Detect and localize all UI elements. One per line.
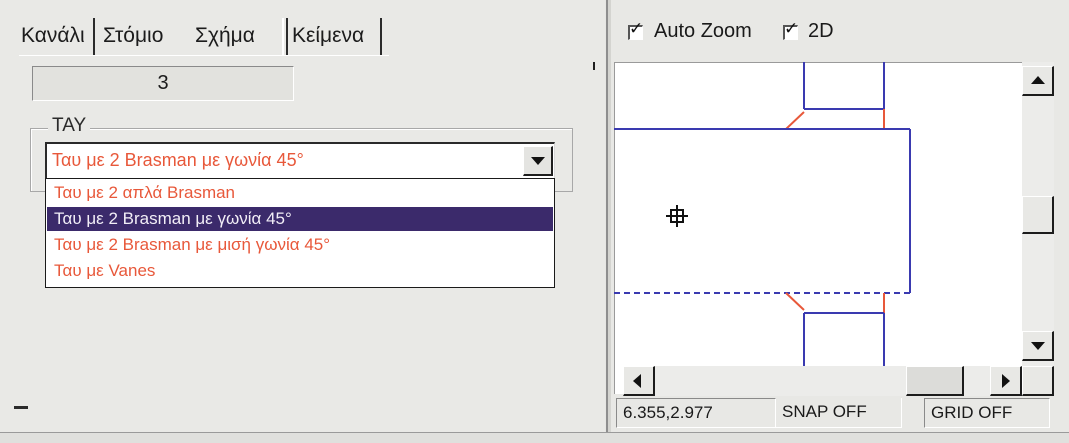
check-icon: ✓ — [629, 19, 644, 38]
group-label: TAY — [48, 114, 91, 138]
size-grip-icon[interactable] — [14, 406, 28, 409]
scroll-corner — [1022, 366, 1054, 396]
dropdown-option[interactable]: Ταυ με 2 Brasman με μισή γωνία 45° — [47, 233, 553, 257]
auto-zoom-label: Auto Zoom — [654, 20, 752, 42]
tab-outlet[interactable]: Στόμιο — [103, 17, 163, 55]
combo-value: Ταυ με 2 Brasman με γωνία 45° — [52, 150, 304, 170]
duct-edge — [785, 111, 805, 130]
window-bottom-edge — [0, 432, 1069, 443]
scroll-up-icon[interactable] — [1022, 66, 1054, 96]
horizontal-scroll-thumb[interactable] — [906, 366, 964, 396]
vertical-scroll-thumb[interactable] — [1022, 196, 1054, 234]
value-field: 3 — [32, 66, 294, 101]
dropdown-option[interactable]: Ταυ με Vanes — [47, 259, 553, 283]
tick-mark — [593, 62, 595, 70]
two-d-label: 2D — [808, 20, 834, 42]
dropdown-option-selected[interactable]: Ταυ με 2 Brasman με γωνία 45° — [47, 207, 553, 231]
tab-channel[interactable]: Κανάλι — [21, 17, 85, 55]
check-icon: ✓ — [784, 19, 799, 38]
dropdown-option[interactable]: Ταυ με 2 απλά Brasman — [47, 181, 553, 205]
tab-shape[interactable]: Σχήμα — [195, 17, 255, 55]
tab-separator — [286, 18, 288, 56]
tab-separator — [380, 18, 382, 56]
duct-drawing — [614, 62, 911, 366]
tab-separator — [282, 18, 284, 56]
tab-separator — [93, 18, 95, 56]
scroll-left-icon[interactable] — [623, 366, 655, 396]
tee-type-dropdown-list: Ταυ με 2 απλά Brasman Ταυ με 2 Brasman μ… — [45, 178, 555, 288]
tab-strip-edge — [19, 55, 389, 56]
scroll-down-icon[interactable] — [1022, 331, 1054, 361]
crosshair-icon — [666, 205, 688, 227]
grid-toggle[interactable]: GRID OFF — [924, 398, 1050, 428]
tab-texts[interactable]: Κείμενα — [292, 17, 364, 55]
duct-edge — [785, 292, 805, 311]
snap-toggle[interactable]: SNAP OFF — [776, 398, 902, 428]
coordinates-readout: 6.355,2.977 — [616, 398, 776, 428]
scroll-right-icon[interactable] — [990, 366, 1022, 396]
chevron-down-icon[interactable] — [523, 146, 553, 176]
